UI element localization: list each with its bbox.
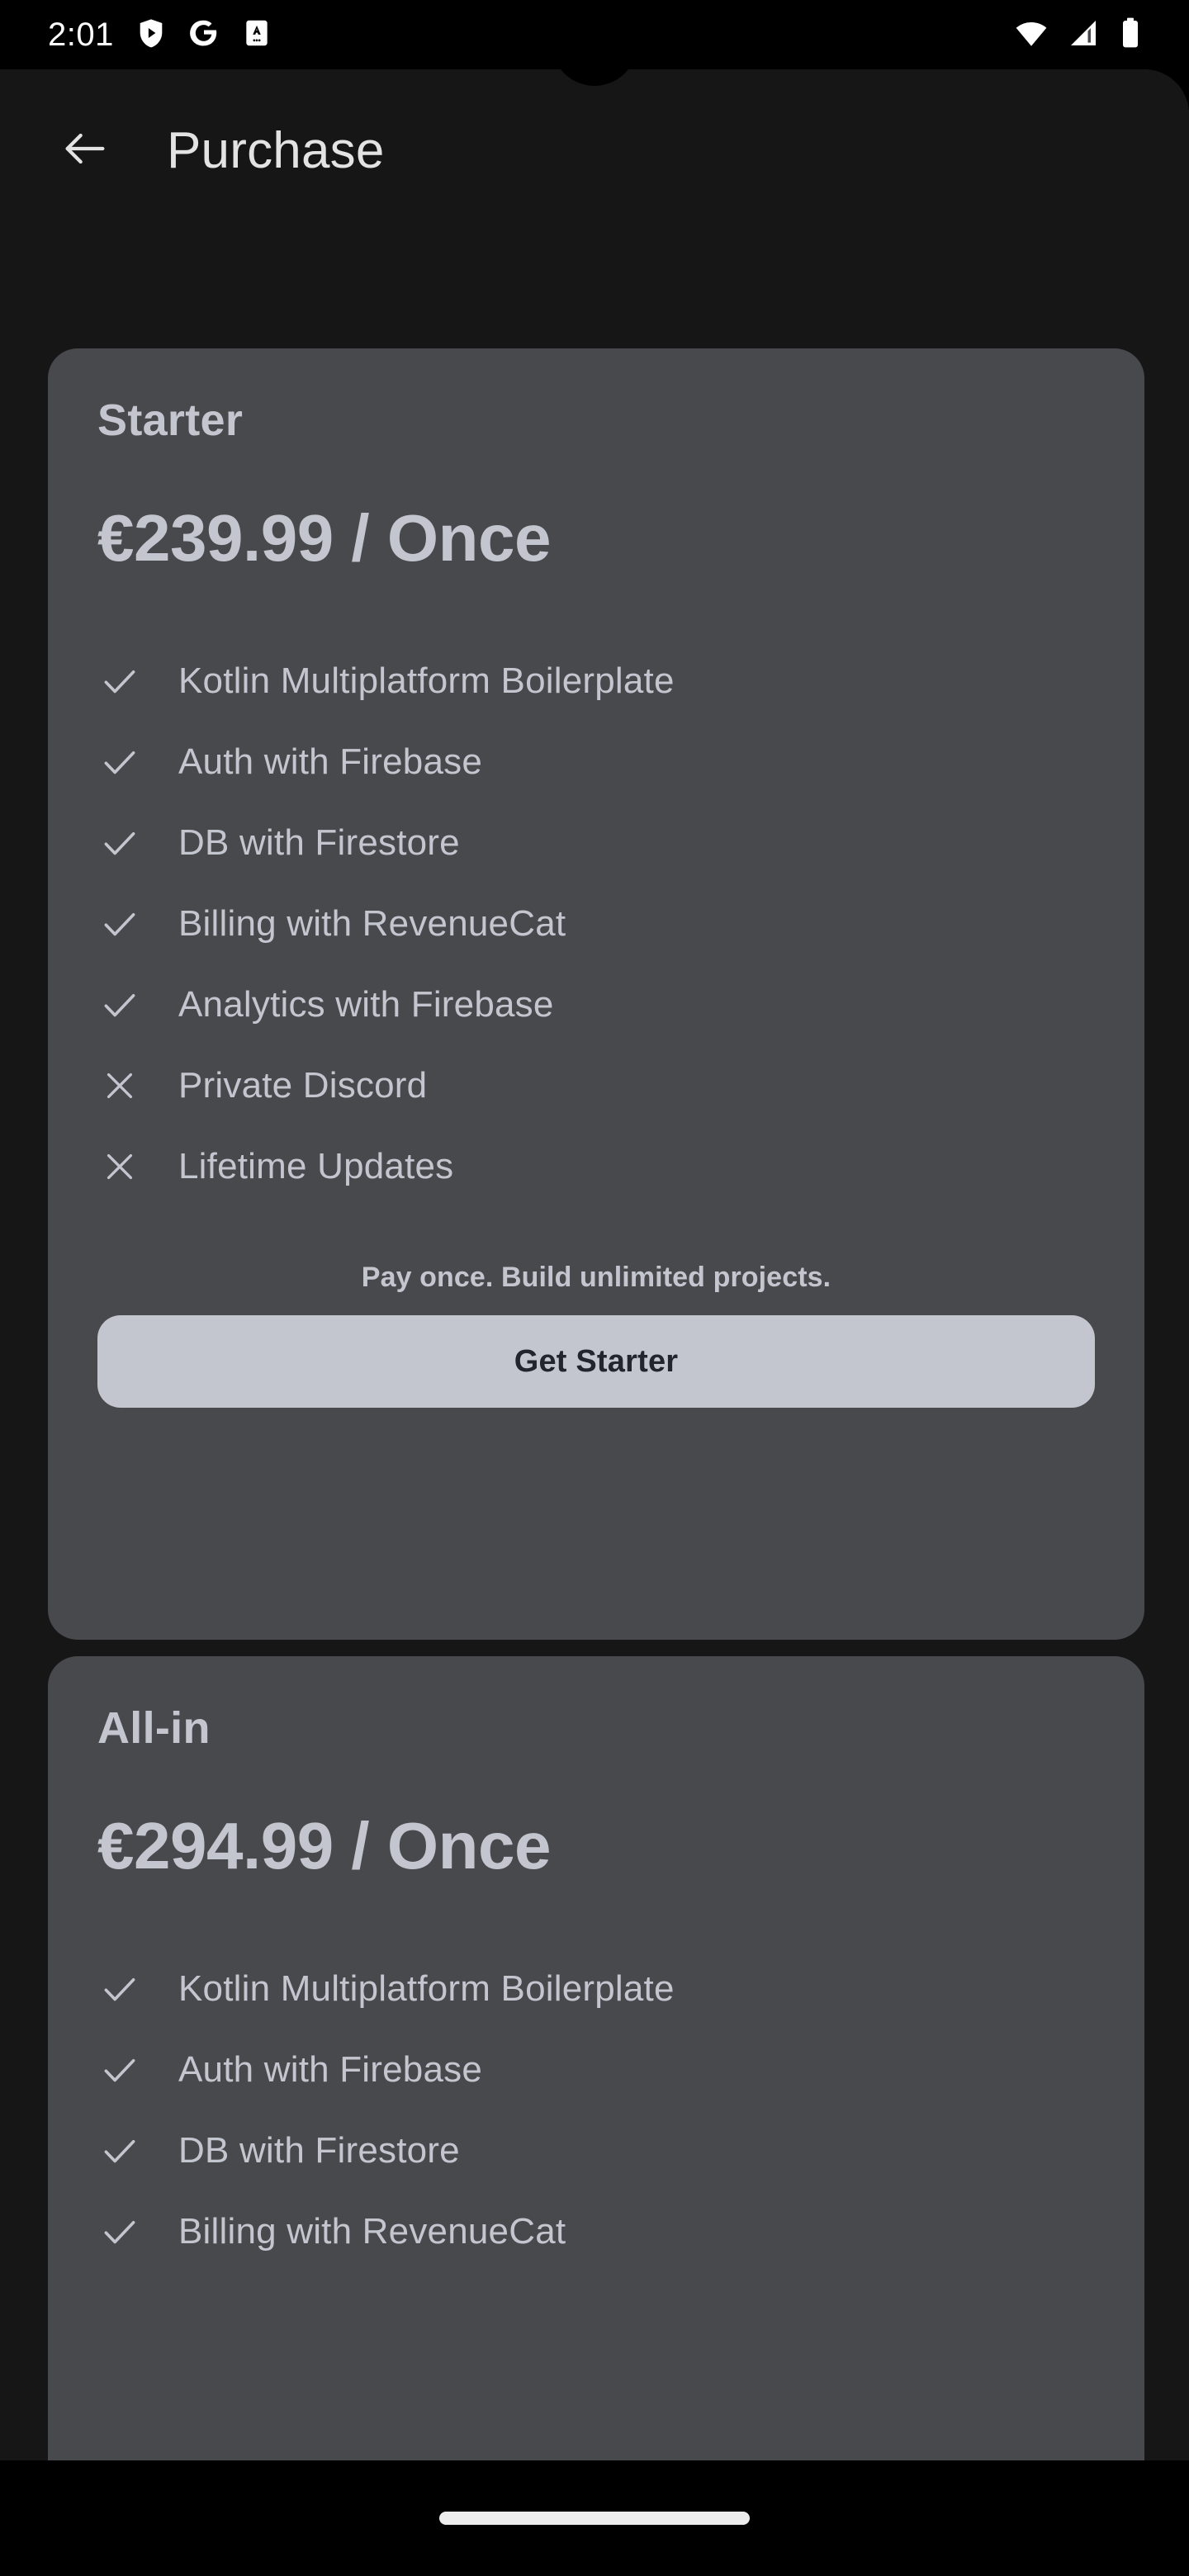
plan-tagline: Pay once. Build unlimited projects. — [361, 1262, 831, 1294]
check-icon — [97, 1967, 142, 2011]
camera-punch-hole — [552, 0, 637, 86]
feature-row: Analytics with Firebase — [97, 964, 1095, 1045]
system-navigation-bar — [0, 2460, 1189, 2576]
cellular-signal-icon — [1067, 17, 1100, 54]
check-icon — [97, 983, 142, 1027]
plan-price: €294.99 / Once — [97, 1809, 551, 1883]
feature-row: Auth with Firebase — [97, 722, 1095, 803]
back-arrow-icon — [59, 122, 111, 179]
check-icon — [97, 2048, 142, 2092]
plan-card-starter[interactable]: Starter €239.99 / Once Kotlin Multiplatf… — [48, 348, 1144, 1640]
feature-label: Billing with RevenueCat — [178, 903, 566, 945]
feature-label: Kotlin Multiplatform Boilerplate — [178, 1968, 675, 2010]
check-icon — [97, 2129, 142, 2173]
plans-scroll-container[interactable]: Starter €239.99 / Once Kotlin Multiplatf… — [0, 231, 1189, 2460]
battery-icon — [1118, 17, 1143, 54]
feature-row: Kotlin Multiplatform Boilerplate — [97, 1949, 1095, 2029]
android-auto-icon — [241, 17, 272, 53]
plan-name: Starter — [97, 395, 244, 445]
get-starter-button[interactable]: Get Starter — [97, 1315, 1095, 1409]
feature-row: DB with Firestore — [97, 803, 1095, 883]
feature-label: Kotlin Multiplatform Boilerplate — [178, 661, 675, 702]
plan-card-all-in[interactable]: All-in €294.99 / Once Kotlin Multiplatfo… — [48, 1656, 1144, 2460]
check-icon — [97, 659, 142, 703]
wifi-icon — [1014, 16, 1049, 54]
feature-label: Analytics with Firebase — [178, 984, 554, 1025]
check-icon — [97, 902, 142, 946]
feature-row: Lifetime Updates — [97, 1126, 1095, 1207]
plan-name: All-in — [97, 1703, 211, 1753]
feature-label: DB with Firestore — [178, 2130, 460, 2171]
feature-label: Auth with Firebase — [178, 741, 482, 783]
screen-corner — [1144, 69, 1189, 114]
check-icon — [97, 821, 142, 865]
play-protect-shield-icon — [135, 17, 167, 53]
status-bar-clock: 2:01 — [48, 16, 114, 53]
google-g-icon — [188, 17, 220, 53]
feature-label: Auth with Firebase — [178, 2049, 482, 2091]
feature-list: Kotlin Multiplatform Boilerplate Auth wi… — [97, 641, 1095, 1207]
plan-price: €239.99 / Once — [97, 501, 551, 575]
status-bar-right — [1014, 16, 1189, 54]
check-icon — [97, 740, 142, 784]
close-icon — [97, 1063, 142, 1108]
feature-label: Lifetime Updates — [178, 1146, 454, 1187]
status-bar-left: 2:01 — [0, 17, 272, 54]
back-button[interactable] — [40, 105, 130, 196]
feature-label: Private Discord — [178, 1065, 428, 1106]
feature-row: Billing with RevenueCat — [97, 2191, 1095, 2272]
feature-row: Billing with RevenueCat — [97, 883, 1095, 964]
feature-row: Kotlin Multiplatform Boilerplate — [97, 641, 1095, 722]
feature-label: Billing with RevenueCat — [178, 2211, 566, 2252]
check-icon — [97, 2209, 142, 2254]
feature-row: Private Discord — [97, 1045, 1095, 1126]
feature-label: DB with Firestore — [178, 822, 460, 864]
feature-row: Auth with Firebase — [97, 2029, 1095, 2110]
app-bar: Purchase — [0, 69, 1189, 231]
close-icon — [97, 1144, 142, 1189]
feature-row: DB with Firestore — [97, 2110, 1095, 2191]
home-gesture-pill[interactable] — [439, 2512, 750, 2525]
page-title: Purchase — [167, 121, 385, 179]
app-screen: 2:01 Purchase Starter €239.99 / Once Kot… — [0, 0, 1189, 2576]
feature-list: Kotlin Multiplatform Boilerplate Auth wi… — [97, 1949, 1095, 2272]
